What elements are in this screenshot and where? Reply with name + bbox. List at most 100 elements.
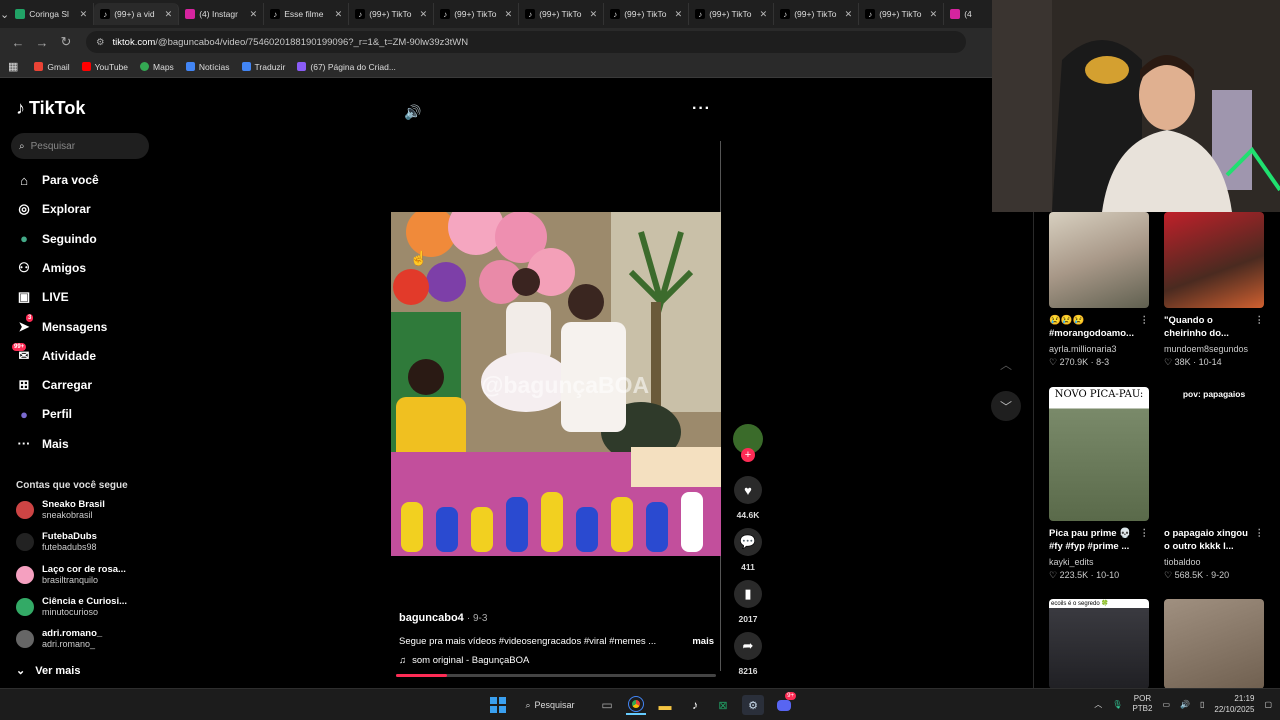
save-button[interactable]: ▮ 2017 <box>733 580 763 624</box>
video-author[interactable]: baguncabo4 <box>399 612 464 624</box>
browser-tab[interactable]: ♪ Esse filme ✕ <box>264 3 350 25</box>
video-player[interactable]: @bagunçaBOA <box>391 212 721 556</box>
card-more-icon[interactable]: ⋮ <box>1255 527 1265 555</box>
see-more-button[interactable]: ⌄ Ver mais <box>16 664 80 678</box>
video-thumbnail[interactable] <box>1164 212 1264 308</box>
volume-tray-icon[interactable]: 🔊 <box>1180 700 1190 709</box>
tab-close-icon[interactable]: ✕ <box>675 9 683 20</box>
nav-item[interactable]: ⌂ Para você <box>16 172 99 188</box>
apps-grid-icon[interactable]: ▦ <box>8 60 18 73</box>
share-button[interactable]: ➦ 8216 <box>733 632 763 676</box>
reload-icon[interactable]: ↻ <box>54 30 78 54</box>
tab-close-icon[interactable]: ✕ <box>420 9 428 20</box>
nav-item[interactable]: ● Perfil <box>16 406 72 422</box>
tab-close-icon[interactable]: ✕ <box>80 9 88 20</box>
nav-item[interactable]: ● Seguindo <box>16 231 97 247</box>
tab-close-icon[interactable]: ✕ <box>335 9 343 20</box>
scroll-down-button[interactable]: ﹀ <box>991 391 1021 421</box>
browser-tab[interactable]: ♪ (99+) TikTo ✕ <box>434 3 520 25</box>
browser-tab[interactable]: ♪ (99+) a vid ✕ <box>94 3 180 25</box>
recommended-card[interactable]: 😢😢😢 #morangodoamo... ⋮ ayrla.millionaria3 ♡… <box>1049 212 1149 368</box>
video-thumbnail[interactable]: ecoils é o segredo 🍀 <box>1049 599 1149 689</box>
browser-tab[interactable]: ♪ (99+) TikTo ✕ <box>519 3 605 25</box>
clock[interactable]: 21:19 22/10/2025 <box>1214 693 1254 715</box>
nav-item[interactable]: ⊞ Carregar <box>16 377 92 393</box>
card-user[interactable]: ayrla.millionaria3 <box>1049 344 1149 354</box>
card-more-icon[interactable]: ⋮ <box>1255 314 1265 342</box>
browser-tab[interactable]: ♪ (99+) TikTo ✕ <box>349 3 435 25</box>
tab-close-icon[interactable]: ✕ <box>590 9 598 20</box>
browser-tab[interactable]: ♪ (99+) TikTo ✕ <box>859 3 945 25</box>
following-account[interactable]: FutebaDubs futebadubs98 <box>16 531 97 553</box>
search-input[interactable]: ⌕ Pesquisar <box>11 133 149 159</box>
notification-icon[interactable]: ▢ <box>1264 700 1272 709</box>
recommended-card[interactable]: NOVO PICA-PAU: Pica pau prime 💀 #fy #fyp … <box>1049 387 1149 581</box>
tab-close-icon[interactable]: ✕ <box>505 9 513 20</box>
nav-item[interactable]: ▣ LIVE <box>16 289 69 305</box>
network-icon[interactable]: ▭ <box>1162 700 1170 709</box>
volume-icon[interactable]: 🔊 <box>404 104 421 121</box>
tab-close-icon[interactable]: ✕ <box>165 9 173 20</box>
battery-icon[interactable]: ▯ <box>1200 700 1204 709</box>
nav-item[interactable]: ··· Mais <box>16 436 69 452</box>
author-avatar[interactable]: + <box>733 424 763 462</box>
nav-item[interactable]: ⚇ Amigos <box>16 260 86 276</box>
bookmark-noticias[interactable]: Notícias <box>185 62 230 72</box>
video-thumbnail[interactable]: NOVO PICA-PAU: <box>1049 387 1149 521</box>
discord-icon[interactable]: 9+ <box>774 692 796 715</box>
steam-icon[interactable]: ⚙ <box>742 695 764 715</box>
bookmark-gmail[interactable]: Gmail <box>34 62 70 72</box>
recommended-card[interactable] <box>1164 599 1264 689</box>
tab-close-icon[interactable]: ✕ <box>760 9 768 20</box>
bookmark-youtube[interactable]: YouTube <box>81 62 128 72</box>
following-account[interactable]: Sneako Brasil sneakobrasil <box>16 499 105 521</box>
tab-search-icon[interactable]: ⌄ <box>0 0 9 28</box>
tab-close-icon[interactable]: ✕ <box>930 9 938 20</box>
following-account[interactable]: Laço cor de rosa... brasiltranquilo <box>16 564 126 586</box>
video-music[interactable]: ♫ som original - BagunçaBOA <box>399 655 714 666</box>
windows-start-icon[interactable] <box>488 695 508 715</box>
tab-close-icon[interactable]: ✕ <box>845 9 853 20</box>
card-user[interactable]: mundoem8segundos <box>1164 344 1264 354</box>
card-user[interactable]: kayki_edits <box>1049 557 1149 567</box>
site-info-icon[interactable]: ⚙ <box>96 37 105 48</box>
tiktok-logo[interactable]: ♪ TikTok <box>16 98 85 119</box>
video-thumbnail[interactable] <box>1164 599 1264 689</box>
browser-tab[interactable]: ♪ (99+) TikTo ✕ <box>774 3 860 25</box>
following-account[interactable]: Ciência e Curiosi... minutocurioso <box>16 596 127 618</box>
microphone-icon[interactable]: 🎙 <box>1112 700 1122 709</box>
browser-tab[interactable]: ♪ (99+) TikTo ✕ <box>604 3 690 25</box>
more-options-icon[interactable]: ··· <box>692 100 711 118</box>
browser-tab[interactable]: (4) Instagr ✕ <box>179 3 265 25</box>
caption-more-link[interactable]: mais <box>692 636 714 647</box>
browser-tab[interactable]: Coringa Sl ✕ <box>9 3 95 25</box>
video-progress-bar[interactable] <box>396 674 716 677</box>
card-more-icon[interactable]: ⋮ <box>1140 527 1150 555</box>
language-indicator[interactable]: POR PTB2 <box>1132 694 1152 714</box>
recommended-card[interactable]: "Quando o cheirinho do... ⋮ mundoem8segund… <box>1164 212 1264 368</box>
tiktok-app-icon[interactable]: ♪ <box>686 695 704 715</box>
browser-tab[interactable]: ♪ (99+) TikTo ✕ <box>689 3 775 25</box>
chrome-icon[interactable] <box>626 695 646 715</box>
tray-chevron-icon[interactable]: ︿ <box>1094 699 1102 710</box>
taskbar-search[interactable]: ⌕ Pesquisar <box>520 695 580 715</box>
card-more-icon[interactable]: ⋮ <box>1140 314 1150 342</box>
nav-item[interactable]: ✉ 99+ Atividade <box>12 342 96 364</box>
task-view-icon[interactable]: ▭ <box>598 695 616 715</box>
bookmark-traduzir[interactable]: Traduzir <box>241 62 285 72</box>
tab-close-icon[interactable]: ✕ <box>250 9 258 20</box>
comment-button[interactable]: 💬 411 <box>733 528 763 572</box>
url-input[interactable]: ⚙ tiktok.com/@baguncabo4/video/754602018… <box>86 31 966 53</box>
recommended-card[interactable]: pov: papagaios o papagaio xingou o outro … <box>1164 387 1264 581</box>
video-thumbnail[interactable]: pov: papagaios <box>1164 387 1264 521</box>
back-icon[interactable]: ← <box>6 30 30 54</box>
nav-item[interactable]: ◎ Explorar <box>16 201 90 217</box>
file-explorer-icon[interactable]: ▬ <box>656 695 674 715</box>
following-account[interactable]: adri.romano_ adri.romano_ <box>16 628 102 650</box>
video-thumbnail[interactable] <box>1049 212 1149 308</box>
nav-item[interactable]: ➤ 3 Mensagens <box>16 313 107 335</box>
excel-icon[interactable]: ⊠ <box>714 695 732 715</box>
follow-plus-icon[interactable]: + <box>741 448 755 462</box>
recommended-card[interactable]: ecoils é o segredo 🍀 <box>1049 599 1149 689</box>
forward-icon[interactable]: → <box>30 30 54 54</box>
